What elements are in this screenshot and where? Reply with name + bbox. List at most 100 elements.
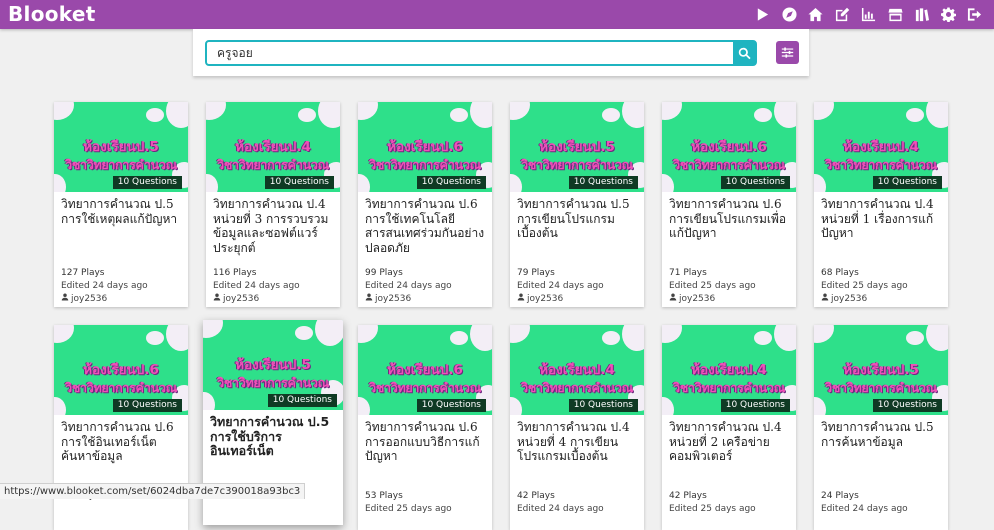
market-icon[interactable] bbox=[882, 0, 909, 29]
cover-decoration bbox=[54, 325, 74, 343]
search-icon bbox=[738, 47, 751, 59]
author-name: joy2536 bbox=[527, 293, 564, 304]
user-icon bbox=[669, 293, 679, 304]
cover-decoration bbox=[814, 174, 826, 192]
set-title[interactable]: วิทยาการคำนวณ ป.5 การเขียนโปรแกรมเบื้องต… bbox=[517, 197, 639, 259]
question-count-badge: 10 Questions bbox=[264, 176, 334, 189]
cover-decoration bbox=[754, 331, 772, 345]
chart-icon[interactable] bbox=[856, 0, 883, 29]
set-cover-image: ห้องเรียนป.5 วิชาวิทยาการคำนวณ 10 Question… bbox=[814, 325, 948, 415]
set-title[interactable]: วิทยาการคำนวณ ป.4 หน่วยที่ 1 เรื่องการแก… bbox=[821, 197, 943, 259]
home-icon[interactable] bbox=[803, 0, 830, 29]
set-card[interactable]: ห้องเรียนป.4 วิชาวิทยาการคำนวณ 10 Question… bbox=[510, 325, 644, 530]
cover-decoration bbox=[450, 108, 468, 122]
set-cover-image: ห้องเรียนป.5 วิชาวิทยาการคำนวณ 10 Question… bbox=[54, 102, 188, 192]
set-cover-image: ห้องเรียนป.6 วิชาวิทยาการคำนวณ 10 Question… bbox=[54, 325, 188, 415]
set-author[interactable]: joy2536 bbox=[517, 293, 563, 304]
question-count-badge: 10 Questions bbox=[720, 176, 790, 189]
set-author[interactable]: joy2536 bbox=[213, 293, 259, 304]
filter-button[interactable] bbox=[776, 41, 799, 64]
compass-icon[interactable] bbox=[776, 0, 803, 29]
set-title[interactable]: วิทยาการคำนวณ ป.5 การใช้บริการอินเทอร์เน… bbox=[210, 415, 332, 477]
cover-decoration bbox=[510, 325, 530, 343]
search-button[interactable] bbox=[733, 42, 755, 64]
set-author[interactable]: joy2536 bbox=[821, 293, 867, 304]
set-author[interactable]: joy2536 bbox=[669, 293, 715, 304]
set-card[interactable]: ห้องเรียนป.5 วิชาวิทยาการคำนวณ 10 Question… bbox=[510, 102, 644, 307]
cover-decoration bbox=[295, 326, 313, 340]
cover-decoration bbox=[146, 331, 164, 345]
question-count-badge: 10 Questions bbox=[416, 399, 486, 412]
set-author[interactable]: joy2536 bbox=[61, 293, 107, 304]
set-card[interactable]: ห้องเรียนป.4 วิชาวิทยาการคำนวณ 10 Question… bbox=[206, 102, 340, 307]
cover-decoration bbox=[166, 325, 188, 351]
cover-class-text: ห้องเรียนป.5 bbox=[235, 357, 311, 373]
cover-decoration bbox=[602, 331, 620, 345]
set-card[interactable]: ห้องเรียนป.5 วิชาวิทยาการคำนวณ 10 Question… bbox=[814, 325, 948, 530]
edited-time: Edited 25 days ago bbox=[669, 504, 756, 514]
set-title[interactable]: วิทยาการคำนวณ ป.4 หน่วยที่ 3 การรวบรวมข้… bbox=[213, 197, 335, 259]
play-count: 24 Plays bbox=[821, 491, 859, 501]
question-count-badge: 10 Questions bbox=[416, 176, 486, 189]
cover-decoration bbox=[54, 174, 66, 192]
set-author[interactable]: joy2536 bbox=[365, 293, 411, 304]
cover-subject-text: วิชาวิทยาการคำนวณ bbox=[369, 380, 481, 395]
set-title[interactable]: วิทยาการคำนวณ ป.5 การค้นหาข้อมูล bbox=[821, 420, 943, 482]
set-title[interactable]: วิทยาการคำนวณ ป.6 การออกแบบวิธีการแก้ปัญ… bbox=[365, 420, 487, 482]
cover-decoration bbox=[814, 325, 834, 343]
cover-decoration bbox=[602, 108, 620, 122]
gear-icon[interactable] bbox=[935, 0, 962, 29]
cover-subject-text: วิชาวิทยาการคำนวณ bbox=[369, 157, 481, 172]
status-bar-url: https://www.blooket.com/set/6024dba7de7c… bbox=[0, 483, 306, 499]
edit-icon[interactable] bbox=[829, 0, 856, 29]
cover-class-text: ห้องเรียนป.4 bbox=[843, 139, 919, 155]
cover-decoration bbox=[358, 174, 370, 192]
top-nav-bar: Blooket bbox=[0, 0, 994, 29]
logout-icon[interactable] bbox=[962, 0, 989, 29]
set-title[interactable]: วิทยาการคำนวณ ป.5 การใช้เหตุผลแก้ปัญหา bbox=[61, 197, 183, 259]
set-card[interactable]: ห้องเรียนป.4 วิชาวิทยาการคำนวณ 10 Question… bbox=[662, 325, 796, 530]
cover-class-text: ห้องเรียนป.5 bbox=[843, 362, 919, 378]
edited-time: Edited 25 days ago bbox=[669, 281, 756, 291]
cover-decoration bbox=[662, 397, 674, 415]
set-cover-image: ห้องเรียนป.6 วิชาวิทยาการคำนวณ 10 Question… bbox=[358, 325, 492, 415]
play-count: 79 Plays bbox=[517, 268, 555, 278]
set-card[interactable]: ห้องเรียนป.6 วิชาวิทยาการคำนวณ 10 Question… bbox=[358, 102, 492, 307]
author-name: joy2536 bbox=[831, 293, 868, 304]
search-input[interactable] bbox=[207, 42, 727, 64]
cover-class-text: ห้องเรียนป.6 bbox=[83, 362, 159, 378]
play-count: 42 Plays bbox=[517, 491, 555, 501]
set-title[interactable]: วิทยาการคำนวณ ป.6 การใช้เทคโนโลยีสารสนเท… bbox=[365, 197, 487, 259]
set-title[interactable]: วิทยาการคำนวณ ป.4 หน่วยที่ 4 การเขียนโปร… bbox=[517, 420, 639, 482]
set-cover-image: ห้องเรียนป.6 วิชาวิทยาการคำนวณ 10 Question… bbox=[358, 102, 492, 192]
cover-decoration bbox=[358, 325, 378, 343]
set-title[interactable]: วิทยาการคำนวณ ป.4 หน่วยที่ 2 เครือข่ายคอ… bbox=[669, 420, 791, 482]
edited-time: Edited 24 days ago bbox=[517, 504, 604, 514]
set-card[interactable]: ห้องเรียนป.5 วิชาวิทยาการคำนวณ 10 Question… bbox=[54, 102, 188, 307]
set-card[interactable]: ห้องเรียนป.6 วิชาวิทยาการคำนวณ 10 Question… bbox=[358, 325, 492, 530]
cover-class-text: ห้องเรียนป.4 bbox=[539, 362, 615, 378]
cover-subject-text: วิชาวิทยาการคำนวณ bbox=[825, 380, 937, 395]
edited-time: Edited 25 days ago bbox=[821, 281, 908, 291]
cover-class-text: ห้องเรียนป.6 bbox=[387, 139, 463, 155]
cover-decoration bbox=[470, 325, 492, 351]
set-cover-image: ห้องเรียนป.6 วิชาวิทยาการคำนวณ 10 Question… bbox=[662, 102, 796, 192]
question-count-badge: 10 Questions bbox=[112, 399, 182, 412]
cover-subject-text: วิชาวิทยาการคำนวณ bbox=[521, 380, 633, 395]
set-title[interactable]: วิทยาการคำนวณ ป.6 การใช้อินเทอร์เน็ตค้นห… bbox=[61, 420, 183, 482]
set-title[interactable]: วิทยาการคำนวณ ป.6 การเขียนโปรแกรมเพื่อแก… bbox=[669, 197, 791, 259]
cover-decoration bbox=[358, 102, 378, 120]
set-card[interactable]: ห้องเรียนป.6 วิชาวิทยาการคำนวณ 10 Question… bbox=[54, 325, 188, 530]
set-card[interactable]: ห้องเรียนป.6 วิชาวิทยาการคำนวณ 10 Question… bbox=[662, 102, 796, 307]
play-icon[interactable] bbox=[750, 0, 777, 29]
play-count: 53 Plays bbox=[365, 491, 403, 501]
user-icon bbox=[365, 293, 375, 304]
cover-class-text: ห้องเรียนป.4 bbox=[235, 139, 311, 155]
set-cover-image: ห้องเรียนป.4 วิชาวิทยาการคำนวณ 10 Question… bbox=[662, 325, 796, 415]
set-cover-image: ห้องเรียนป.4 วิชาวิทยาการคำนวณ 10 Question… bbox=[206, 102, 340, 192]
blook-icon[interactable] bbox=[909, 0, 936, 29]
cover-class-text: ห้องเรียนป.5 bbox=[539, 139, 615, 155]
blooket-logo[interactable]: Blooket bbox=[8, 0, 96, 29]
edited-time: Edited 24 days ago bbox=[61, 281, 148, 291]
set-card[interactable]: ห้องเรียนป.4 วิชาวิทยาการคำนวณ 10 Question… bbox=[814, 102, 948, 307]
